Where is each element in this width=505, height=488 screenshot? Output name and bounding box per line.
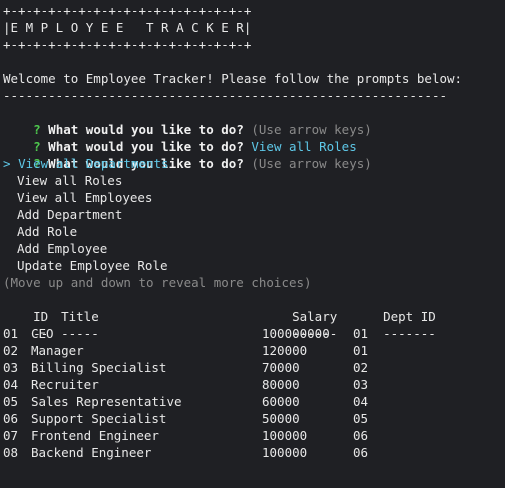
prompt-answer: View all Roles (251, 139, 357, 154)
cell-dept-id: 04 (353, 394, 369, 409)
question-mark-icon: ? (33, 139, 41, 154)
cell-title: Support Specialist (31, 411, 167, 426)
cell-salary: 50000 (262, 411, 300, 426)
cell-title: Manager (31, 343, 84, 358)
banner-top: +-+-+-+-+-+-+-+-+-+-+-+-+-+-+-+-+ (3, 3, 252, 18)
banner-title: |E M P L O Y E E T R A C K E R| (3, 20, 252, 35)
cell-salary: 70000 (262, 360, 300, 375)
column-header-dept-id: Dept ID (383, 309, 436, 324)
cell-title: Frontend Engineer (31, 428, 159, 443)
menu-item-update-employee-role[interactable]: Update Employee Role (3, 257, 505, 274)
menu-item-add-role[interactable]: Add Role (3, 223, 505, 240)
cell-salary: 100000 (262, 445, 308, 460)
welcome-divider: ----------------------------------------… (3, 88, 448, 103)
menu-item-label: Add Role (17, 224, 78, 239)
cell-dept-id: 06 (353, 428, 369, 443)
welcome-message: Welcome to Employee Tracker! Please foll… (3, 71, 463, 86)
table-row: 08 Backend Engineer 100000 06 (3, 444, 505, 461)
cell-title: Recruiter (31, 377, 99, 392)
prompt-question: What would you like to do? (48, 139, 244, 154)
cell-id: 07 (3, 428, 19, 443)
cell-salary: 120000 (262, 343, 308, 358)
prompt-question: What would you like to do? (48, 122, 244, 137)
prompt-hint: (Use arrow keys) (251, 156, 372, 171)
pointer-icon: > (3, 156, 11, 171)
menu-item-view-all-roles[interactable]: View all Roles (3, 172, 505, 189)
cell-title: Billing Specialist (31, 360, 167, 375)
cell-id: 02 (3, 343, 19, 358)
cell-id: 08 (3, 445, 19, 460)
cell-dept-id: 06 (353, 445, 369, 460)
cell-salary: 100000 (262, 428, 308, 443)
menu-item-label: View all Departments (18, 156, 169, 171)
prompt-hint: (Use arrow keys) (251, 122, 372, 137)
banner-bottom: +-+-+-+-+-+-+-+-+-+-+-+-+-+-+-+-+ (3, 37, 252, 52)
column-header-salary: Salary (292, 309, 338, 324)
table-row: 03 Billing Specialist 70000 02 (3, 359, 505, 376)
menu-item-add-employee[interactable]: Add Employee (3, 240, 505, 257)
menu-item-label: Add Employee (17, 241, 108, 256)
table-row: 06 Support Specialist 50000 05 (3, 410, 505, 427)
column-header-id: ID (33, 309, 49, 324)
menu-item-view-all-employees[interactable]: View all Employees (3, 189, 505, 206)
menu-footer-hint: (Move up and down to reveal more choices… (3, 275, 312, 290)
column-header-title: Title (61, 309, 99, 324)
cell-id: 05 (3, 394, 19, 409)
cell-id: 01 (3, 326, 19, 341)
menu-item-label: Add Department (17, 207, 123, 222)
cell-dept-id: 01 (353, 326, 369, 341)
cell-dept-id: 03 (353, 377, 369, 392)
cell-salary: 60000 (262, 394, 300, 409)
table-row: 07 Frontend Engineer 100000 06 (3, 427, 505, 444)
cell-dept-id: 05 (353, 411, 369, 426)
cell-id: 03 (3, 360, 19, 375)
table-row: 05 Sales Representative 60000 04 (3, 393, 505, 410)
menu-item-label: View all Employees (17, 190, 153, 205)
cell-id: 06 (3, 411, 19, 426)
table-row: 01 CEO 100000000 01 (3, 325, 505, 342)
cell-dept-id: 01 (353, 343, 369, 358)
prompt-line: ? What would you like to do? (Use arrow … (3, 104, 505, 137)
cell-title: CEO (31, 326, 54, 341)
table-row: 04 Recruiter 80000 03 (3, 376, 505, 393)
table-row: 02 Manager 120000 01 (3, 342, 505, 359)
cell-title: Backend Engineer (31, 445, 152, 460)
menu-item-label: View all Roles (17, 173, 123, 188)
cell-title: Sales Representative (31, 394, 182, 409)
cell-id: 04 (3, 377, 19, 392)
table-header: ID Title Salary Dept ID (3, 291, 505, 324)
cell-salary: 80000 (262, 377, 300, 392)
question-mark-icon: ? (33, 122, 41, 137)
menu-item-add-department[interactable]: Add Department (3, 206, 505, 223)
terminal[interactable]: +-+-+-+-+-+-+-+-+-+-+-+-+-+-+-+-+ |E M P… (0, 0, 505, 488)
cell-salary: 100000000 (262, 326, 330, 341)
cell-dept-id: 02 (353, 360, 369, 375)
menu-item-label: Update Employee Role (17, 258, 168, 273)
